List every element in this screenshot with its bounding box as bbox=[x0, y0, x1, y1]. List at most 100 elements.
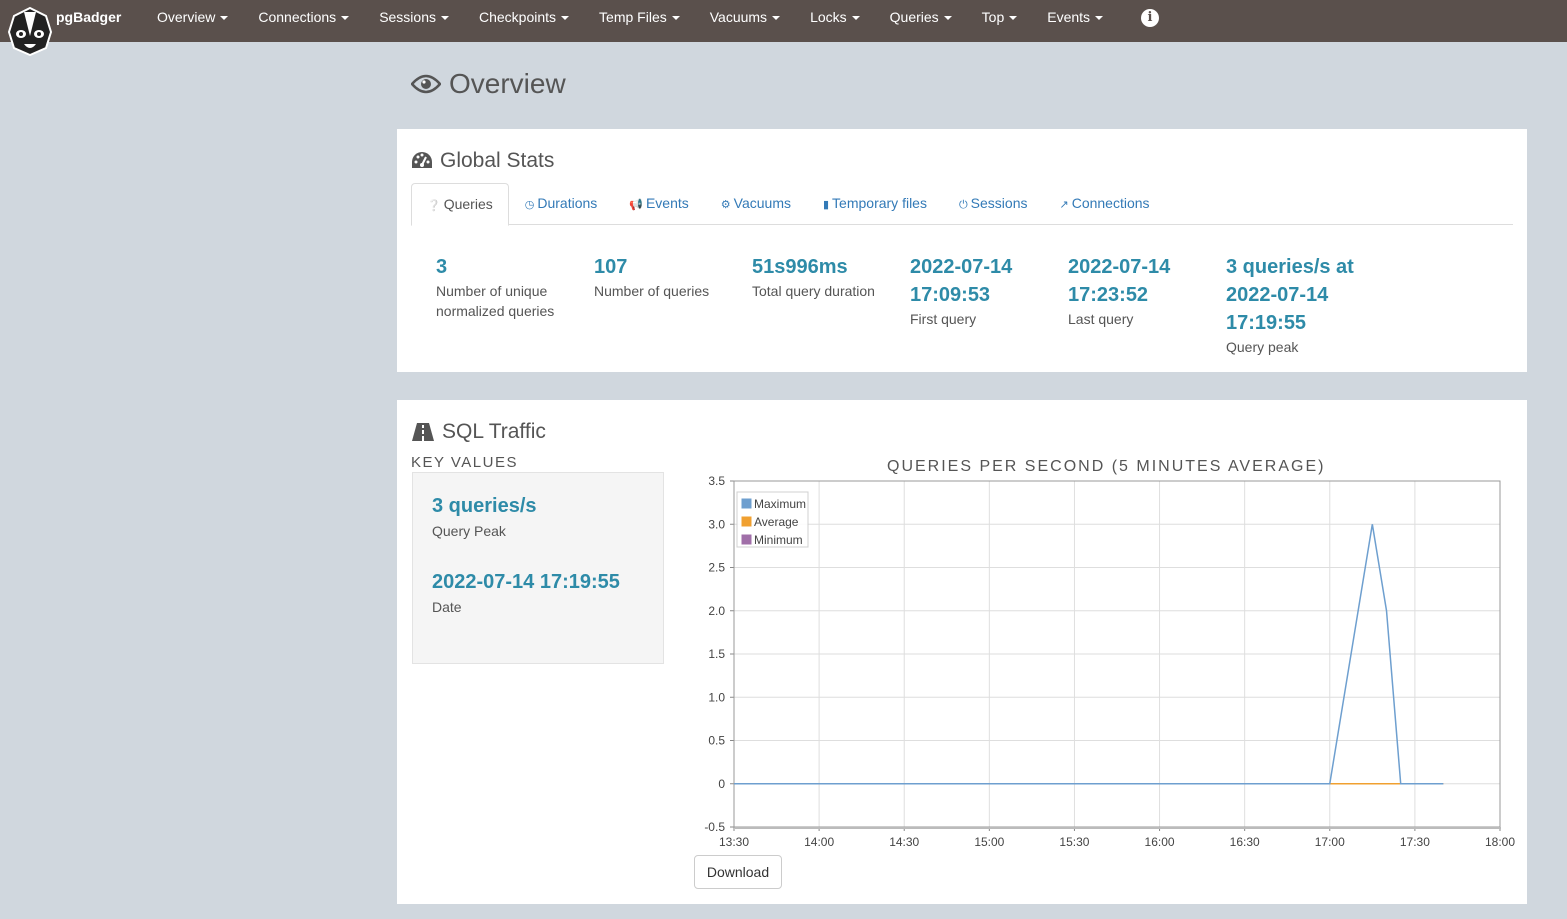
queries-per-second-chart: -0.5 0 0.5 1.0 1.5 2.0 2.5 3.0 3.5 13:30 14:00 14:3… bbox=[704, 474, 1515, 849]
global-stats-panel: Global Stats ❔ Queries ◷ Durations 📢 Events… bbox=[397, 129, 1527, 372]
tab-vacuums[interactable]: ⚙ Vacuums bbox=[705, 183, 807, 225]
tab-label: Vacuums bbox=[733, 195, 791, 211]
tab-connections[interactable]: ↗ Connections bbox=[1043, 183, 1165, 225]
stat-label: Last query bbox=[1068, 311, 1134, 327]
caret-down-icon bbox=[561, 16, 570, 21]
stat-value: 3 queries/s at 2022-07-14 17:19:55 bbox=[1226, 256, 1354, 334]
tab-label: Queries bbox=[443, 196, 493, 212]
stat-query-peak: 3 queries/s at 2022-07-14 17:19:55 Query… bbox=[1226, 253, 1366, 357]
badger-logo-icon[interactable] bbox=[6, 6, 54, 56]
stat-last-query: 2022-07-14 17:23:52 Last query bbox=[1068, 253, 1188, 329]
brand-name[interactable]: pgBadger bbox=[56, 9, 121, 25]
sql-traffic-panel: SQL Traffic KEY VALUES 3 queries/s Query… bbox=[397, 400, 1527, 904]
y-tick-label: -0.5 bbox=[704, 820, 725, 834]
tab-label: Events bbox=[645, 195, 689, 211]
tab-label: Temporary files bbox=[832, 195, 927, 211]
stat-value: 2022-07-14 17:09:53 bbox=[910, 256, 1013, 306]
tab-temporary-files[interactable]: ▮ Temporary files bbox=[807, 183, 943, 225]
caret-down-icon bbox=[441, 16, 449, 21]
x-tick-label: 17:00 bbox=[1315, 835, 1345, 849]
road-icon bbox=[412, 423, 434, 441]
caret-down-icon bbox=[851, 16, 860, 21]
query-peak-value: 3 queries/s bbox=[432, 495, 537, 517]
nav-item-label: Checkpoints bbox=[479, 9, 557, 25]
global-stats-tabs: ❔ Queries ◷ Durations 📢 Events ⚙ Vacuums ▮ Te… bbox=[411, 183, 1513, 226]
nav-connections[interactable]: Connections bbox=[243, 0, 364, 42]
nav-queries[interactable]: Queries bbox=[875, 0, 967, 42]
legend-swatch-minimum bbox=[740, 533, 753, 546]
tab-label: Connections bbox=[1071, 195, 1150, 211]
caret-down-icon bbox=[943, 16, 952, 21]
question-icon: ❔ bbox=[427, 200, 441, 212]
stat-value: 51s996ms bbox=[752, 256, 848, 278]
info-icon[interactable]: i bbox=[1141, 9, 1159, 27]
nav-events[interactable]: Events bbox=[1032, 0, 1118, 42]
external-link-icon: ↗ bbox=[1059, 199, 1069, 211]
legend-label: Minimum bbox=[754, 533, 803, 547]
nav-menu: Overview Connections Sessions Checkpoint… bbox=[142, 0, 1118, 42]
nav-sessions[interactable]: Sessions bbox=[364, 0, 464, 42]
power-icon: ⏻ bbox=[958, 199, 968, 211]
sql-traffic-title: SQL Traffic bbox=[411, 420, 546, 444]
bullhorn-icon: 📢 bbox=[629, 199, 643, 211]
legend-swatch-average bbox=[740, 515, 753, 528]
y-tick-label: 1.0 bbox=[708, 690, 725, 704]
page-title-text: Overview bbox=[449, 68, 566, 99]
nav-checkpoints[interactable]: Checkpoints bbox=[464, 0, 584, 42]
panel-title-text: SQL Traffic bbox=[442, 420, 546, 443]
panel-title-text: Global Stats bbox=[440, 149, 555, 172]
nav-overview[interactable]: Overview bbox=[142, 0, 243, 42]
x-tick-label: 13:30 bbox=[719, 835, 749, 849]
tab-queries[interactable]: ❔ Queries bbox=[411, 183, 509, 226]
top-navbar: pgBadger Overview Connections Sessions C… bbox=[0, 0, 1567, 56]
nav-top[interactable]: Top bbox=[967, 0, 1033, 42]
x-tick-label: 15:30 bbox=[1059, 835, 1089, 849]
page-title: Overview bbox=[411, 68, 566, 100]
tab-durations[interactable]: ◷ Durations bbox=[509, 183, 614, 225]
x-tick-label: 14:30 bbox=[889, 835, 919, 849]
stat-unique-queries: 3 Number of unique normalized queries bbox=[436, 253, 576, 321]
y-tick-label: 3.0 bbox=[708, 517, 725, 531]
caret-down-icon bbox=[1095, 16, 1104, 21]
peak-date-value: 2022-07-14 17:19:55 bbox=[432, 571, 620, 593]
stat-number-of-queries: 107 Number of queries bbox=[594, 253, 744, 301]
caret-down-icon bbox=[671, 16, 680, 21]
query-peak-label: Query Peak bbox=[432, 523, 506, 539]
nav-item-label: Connections bbox=[258, 9, 337, 25]
x-tick-label: 16:00 bbox=[1145, 835, 1175, 849]
nav-temp-files[interactable]: Temp Files bbox=[584, 0, 695, 42]
nav-item-label: Overview bbox=[157, 9, 216, 25]
x-tick-label: 17:30 bbox=[1400, 835, 1430, 849]
x-tick-label: 18:00 bbox=[1485, 835, 1515, 849]
y-tick-label: 0 bbox=[718, 777, 725, 791]
dashboard-icon bbox=[412, 152, 432, 168]
stat-label: Number of queries bbox=[594, 283, 710, 299]
stat-value: 107 bbox=[594, 256, 628, 278]
y-tick-label: 0.5 bbox=[708, 734, 725, 748]
nav-item-label: Top bbox=[981, 9, 1005, 25]
legend-swatch-maximum bbox=[740, 497, 753, 510]
eye-icon bbox=[411, 74, 441, 94]
nav-item-label: Temp Files bbox=[599, 9, 667, 25]
tab-events[interactable]: 📢 Events bbox=[613, 183, 705, 225]
x-tick-label: 14:00 bbox=[804, 835, 834, 849]
clock-icon: ◷ bbox=[524, 199, 535, 211]
tab-sessions[interactable]: ⏻ Sessions bbox=[943, 183, 1044, 225]
stat-total-duration: 51s996ms Total query duration bbox=[752, 253, 902, 301]
download-button[interactable]: Download bbox=[694, 855, 782, 889]
x-tick-label: 15:00 bbox=[974, 835, 1004, 849]
caret-down-icon bbox=[341, 16, 350, 21]
stat-value: 3 bbox=[436, 256, 448, 278]
nav-item-label: Queries bbox=[889, 9, 939, 25]
tab-label: Durations bbox=[537, 195, 598, 211]
nav-item-label: Events bbox=[1047, 9, 1091, 25]
nav-vacuums[interactable]: Vacuums bbox=[695, 0, 795, 42]
stat-label: First query bbox=[910, 311, 977, 327]
caret-down-icon bbox=[220, 16, 229, 21]
nav-locks[interactable]: Locks bbox=[795, 0, 875, 42]
y-tick-label: 3.5 bbox=[708, 474, 725, 488]
y-tick-label: 2.5 bbox=[708, 561, 725, 575]
stat-first-query: 2022-07-14 17:09:53 First query bbox=[910, 253, 1030, 329]
legend-label: Average bbox=[754, 515, 799, 529]
key-values-heading: KEY VALUES bbox=[411, 454, 518, 471]
